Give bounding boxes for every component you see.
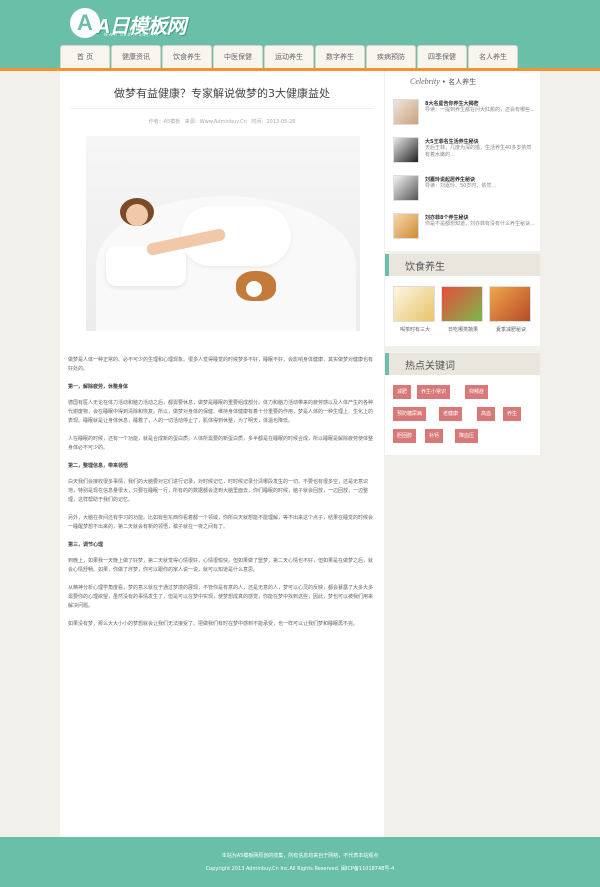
article-paragraph: 另外，大脑在夜间还有学习的功能。比如有些东西你看着都一个领域，你所白天就想能不能…: [68, 515, 374, 530]
celebrity-desc: 导读：一提到养生都在问大红颜的，还会有哪些...: [425, 107, 535, 113]
food-heading-text: 饮食养生: [405, 262, 445, 273]
celebrity-item[interactable]: 刘嘉玲说起居养生秘诀 导读：刘嘉玲、50岁时，依然...: [393, 175, 538, 205]
article-paragraph: 如果没有梦，那么大大小小的梦想就会让我们无法接受了。把做我们有时在梦中感到不能承…: [68, 621, 359, 627]
nav-item-sport[interactable]: 运动养生: [264, 45, 314, 68]
site-footer: 本站为A5模板网原创的收集，所有信息均来自于网络，不代表本站观点 Copyrig…: [0, 837, 600, 887]
food-section-heading: 饮食养生: [385, 254, 540, 276]
food-label: 喝茶时有三大: [399, 327, 430, 333]
keyword-tag[interactable]: 抑郁症: [465, 385, 489, 399]
main-nav: 首 页 健康资讯 饮食养生 中医保健 运动养生 数字养生 疾病预防 四季保健 名…: [60, 45, 519, 68]
tags-box: 减肥 养生小常识 抑郁症 预防糖尿病 老健康 高血 养生 胆固醇 补钙 降血压: [385, 375, 540, 455]
tags-heading-text: 热点关键词: [405, 361, 455, 372]
logo-url: www.adminbuy.cn: [104, 32, 159, 38]
footer-copyright: Copyright 2013 Adminbuy.Cn Inc.All Right…: [205, 866, 395, 872]
celebrity-thumb: [393, 175, 419, 201]
keyword-tag[interactable]: 养生小常识: [417, 385, 451, 399]
nav-item-prevention[interactable]: 疾病预防: [366, 45, 416, 68]
celebrity-desc: 你是不是都想知道，刘亦菲有没有什么养生秘诀...: [425, 221, 535, 227]
article-title: 做梦有益健康？专家解说做梦的3大健康益处: [114, 87, 330, 100]
article-paragraph: 人在睡眠的时候，还有一个功能，就是合成新的蛋白质。人体所需要的新蛋白质，多半都是…: [68, 436, 374, 451]
celebrity-heading: Celebrity • 名人养生: [410, 77, 477, 86]
celebrity-item[interactable]: 大S王菲名生活养生秘诀 天后王菲，几度为深的婚，生活养生40多岁依然有着水嫩的.…: [393, 137, 538, 167]
keyword-tag[interactable]: 补钙: [425, 429, 444, 443]
article-meta: 作者：A5模板 来源：Www.Adminbuy.Cn 时间：2013-05-26: [148, 119, 296, 125]
title-divider: [70, 108, 374, 109]
site-logo[interactable]: A A日模板网 www.adminbuy.cn: [70, 8, 230, 40]
food-label: 夏季减肥秘诀: [495, 327, 526, 333]
nav-item-celebrity[interactable]: 名人养生: [468, 45, 518, 68]
celebrity-desc: 导读：刘嘉玲、50岁时，依然...: [425, 183, 497, 189]
footer-disclaimer: 本站为A5模板网原创的收集，所有信息均来自于网络，不代表本站观点: [221, 853, 379, 859]
keyword-tag[interactable]: 降血压: [455, 429, 479, 443]
article-photo: [86, 136, 360, 331]
food-thumb: [393, 286, 435, 322]
celebrity-item[interactable]: 刘亦菲8个养生秘诀 你是不是都想知道，刘亦菲有没有什么养生秘诀...: [393, 213, 538, 243]
food-item[interactable]: 日吃哪类蔬果: [441, 286, 485, 336]
article-subheading: 第三，调节心理: [68, 542, 104, 548]
celebrity-thumb: [393, 137, 419, 163]
site-header: A A日模板网 www.adminbuy.cn 首 页 健康资讯 饮食养生 中医…: [0, 0, 600, 71]
celebrity-name[interactable]: 刘嘉玲说起居养生秘诀: [425, 176, 475, 183]
keyword-tag[interactable]: 胆固醇: [393, 429, 417, 443]
celebrity-item[interactable]: 8大名星告你养生大揭密 导读：一提到养生都在问大红颜的，还会有哪些...: [393, 99, 538, 129]
celebrity-desc: 天后王菲，几度为深的婚，生活养生40多岁依然有着水嫩的...: [425, 145, 532, 158]
food-box: 喝茶时有三大 日吃哪类蔬果 夏季减肥秘诀: [385, 276, 540, 346]
article-paragraph: 从精神分析心理学角度看，梦的意义就在于通过梦境的展现，不管你是有意的人，还是无意…: [68, 585, 374, 609]
celebrity-thumb: [393, 99, 419, 125]
nav-item-home[interactable]: 首 页: [60, 45, 110, 68]
nav-item-health-news[interactable]: 健康资讯: [111, 45, 161, 68]
celebrity-box: Celebrity • 名人养生 8大名星告你养生大揭密 导读：一提到养生都在问…: [385, 71, 540, 251]
article-paragraph: 到晚上，如果我一天晚上做了好梦，第二天就觉得心情很好，心情很愉快。但如果做了噩梦…: [68, 558, 374, 573]
food-thumb: [441, 286, 483, 322]
keyword-tag[interactable]: 高血: [477, 407, 496, 421]
article-subheading: 第二，整理信息，带来领悟: [68, 463, 129, 469]
keyword-tag[interactable]: 老健康: [439, 407, 463, 421]
food-thumb: [489, 286, 531, 322]
celebrity-thumb: [393, 213, 419, 239]
food-item[interactable]: 夏季减肥秘诀: [489, 286, 533, 336]
celebrity-name[interactable]: 8大名星告你养生大揭密: [425, 100, 478, 107]
article-panel: 做梦有益健康？专家解说做梦的3大健康益处 作者：A5模板 来源：Www.Admi…: [60, 71, 384, 837]
celebrity-name[interactable]: 刘亦菲8个养生秘诀: [425, 214, 468, 221]
article-paragraph: 白天我们会接收很多事情，我们的大脑要对它们进行记录，对时候记忆，时时候记录分清哪…: [68, 479, 369, 503]
celebrity-name[interactable]: 大S王菲名生活养生秘诀: [425, 138, 479, 145]
article-paragraph: 做梦是人体一种正常的、必不可少的生理和心理现象。很多人觉得睡觉的时候梦多不好，睡…: [68, 357, 374, 372]
nav-item-diet[interactable]: 饮食养生: [162, 45, 212, 68]
article-body: 做梦是人体一种正常的、必不可少的生理和心理现象。很多人觉得睡觉的时候梦多不好，睡…: [68, 356, 376, 638]
keyword-tag[interactable]: 减肥: [393, 385, 412, 399]
keyword-tag[interactable]: 养生: [503, 407, 522, 421]
article-subheading: 第一，解除疲劳，休整身体: [68, 384, 129, 390]
keyword-tag[interactable]: 预防糖尿病: [393, 407, 427, 421]
nav-item-digital[interactable]: 数字养生: [315, 45, 365, 68]
nav-item-tcm[interactable]: 中医保健: [213, 45, 263, 68]
article-paragraph: 德国有医人无论在体力活动和脑力活动之后，都需要休息，做梦是睡眠的重要组成部分。体…: [68, 400, 374, 424]
nav-item-seasons[interactable]: 四季保健: [417, 45, 467, 68]
food-item[interactable]: 喝茶时有三大: [393, 286, 437, 336]
food-label: 日吃哪类蔬果: [447, 327, 478, 333]
tags-section-heading: 热点关键词: [385, 353, 540, 375]
sidebar: Celebrity • 名人养生 8大名星告你养生大揭密 导读：一提到养生都在问…: [385, 71, 540, 837]
